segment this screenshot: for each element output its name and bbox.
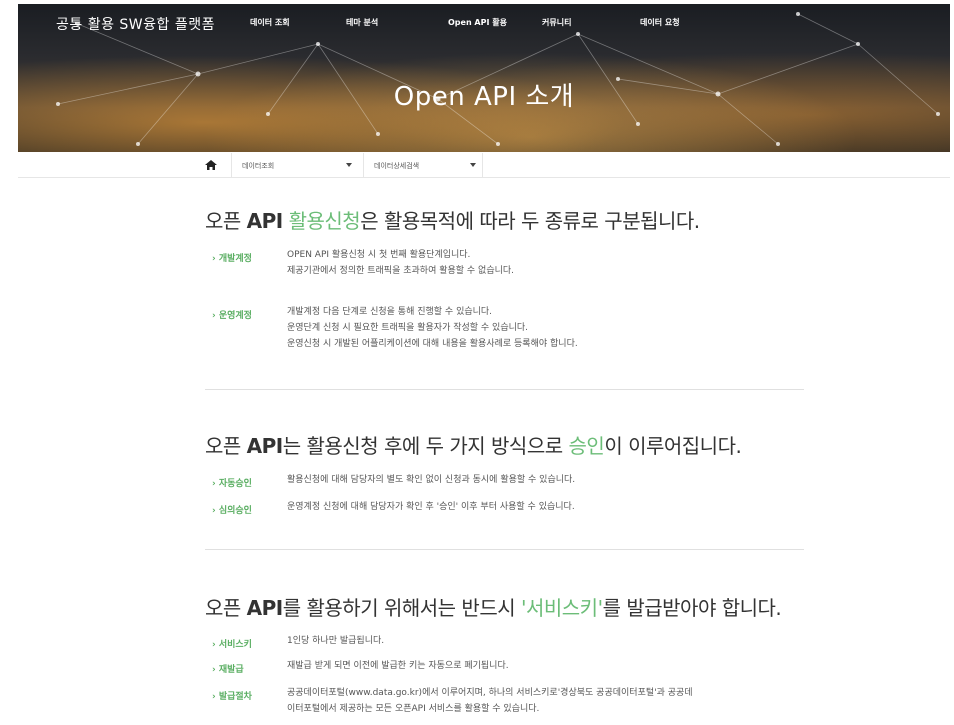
nav-item-open-api[interactable]: Open API 활용	[448, 17, 507, 28]
section-title-service-key: 오픈 API를 활용하기 위해서는 반드시 '서비스키'를 발급받아야 합니다.	[205, 596, 782, 620]
section-title-apply-types: 오픈 API 활용신청은 활용목적에 따라 두 종류로 구분됩니다.	[205, 209, 700, 233]
row-label-auto-approval: › 자동승인	[212, 479, 252, 489]
breadcrumb-level1-label: 데이터조회	[242, 162, 275, 170]
row-text-auto-approval: 활용신청에 대해 담당자의 별도 확인 없이 신청과 동시에 활용할 수 있습니…	[287, 475, 576, 485]
hero-banner: 공통 활용 SW융합 플랫폼 데이터 조회 테마 분석 Open API 활용 …	[18, 4, 950, 152]
nav-item-data-search[interactable]: 데이터 조회	[250, 17, 290, 28]
nav-item-data-request[interactable]: 데이터 요청	[640, 17, 680, 28]
home-icon[interactable]	[204, 159, 218, 171]
row-text-issue-procedure: 공공데이터포털(www.data.go.kr)에서 이루어지며, 하나의 서비스…	[287, 688, 693, 714]
row-label-issue-procedure: › 발급절차	[212, 692, 252, 702]
nav-item-community[interactable]: 커뮤니티	[542, 17, 571, 28]
row-label-reissue: › 재발급	[212, 665, 244, 675]
breadcrumb: 데이터조회 데이터상세검색	[18, 153, 950, 178]
row-text-review-approval: 운영계정 신청에 대해 담당자가 확인 후 '승인' 이후 부터 사용할 수 있…	[287, 502, 575, 512]
breadcrumb-select-level2[interactable]: 데이터상세검색	[363, 153, 483, 177]
section-title-approval-types: 오픈 API는 활용신청 후에 두 가지 방식으로 승인이 이루어집니다.	[205, 434, 742, 458]
breadcrumb-level2-label: 데이터상세검색	[374, 162, 420, 170]
row-text-reissue: 재발급 받게 되면 이전에 발급한 키는 자동으로 폐기됩니다.	[287, 661, 509, 671]
caret-down-icon	[470, 163, 476, 167]
row-label-ops-account: › 운영계정	[212, 311, 252, 321]
site-title[interactable]: 공통 활용 SW융합 플랫폼	[56, 14, 215, 34]
caret-down-icon	[346, 163, 352, 167]
row-text-dev-account: OPEN API 활용신청 시 첫 번째 활용단계입니다. 제공기관에서 정의한…	[287, 250, 515, 276]
breadcrumb-select-level1[interactable]: 데이터조회	[231, 153, 363, 177]
section-divider	[205, 549, 804, 550]
section-divider	[205, 389, 804, 390]
page-title: Open API 소개	[393, 82, 575, 112]
row-label-review-approval: › 심의승인	[212, 506, 252, 516]
row-text-service-key: 1인당 하나만 발급됩니다.	[287, 636, 385, 646]
row-label-service-key: › 서비스키	[212, 640, 252, 650]
row-text-ops-account: 개발계정 다음 단계로 신청을 통해 진행할 수 있습니다. 운영단계 신청 시…	[287, 307, 578, 349]
row-label-dev-account: › 개발계정	[212, 254, 252, 264]
nav-item-theme-analysis[interactable]: 테마 분석	[346, 17, 378, 28]
